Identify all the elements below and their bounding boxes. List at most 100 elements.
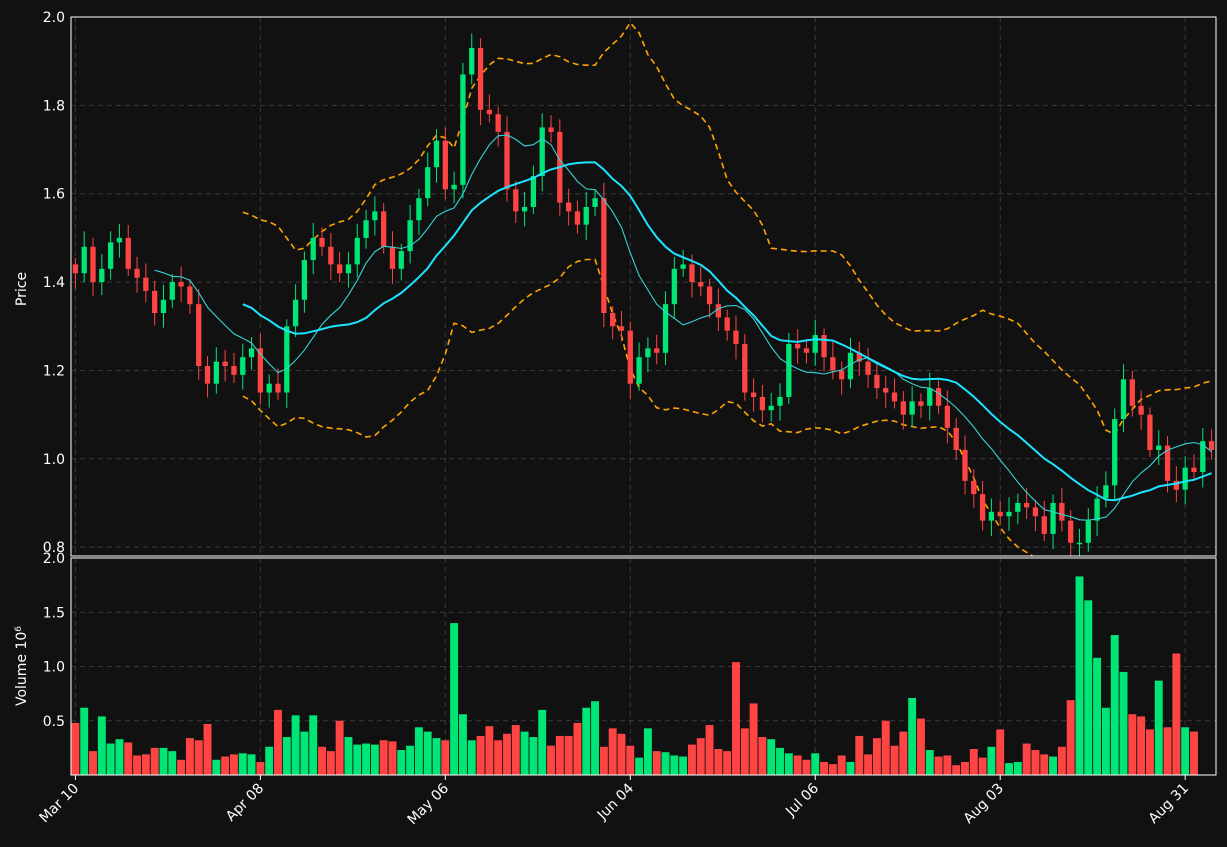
candle-body — [830, 357, 836, 371]
candle-body — [988, 511, 995, 521]
candle-body — [504, 131, 510, 190]
volume-bar — [881, 720, 890, 775]
candle-body — [1208, 441, 1215, 450]
volume-bar — [397, 750, 406, 775]
volume-bar — [573, 722, 582, 775]
candle-body — [1147, 414, 1153, 450]
volume-bar — [943, 755, 952, 775]
candle-body — [460, 74, 466, 185]
candle-body — [107, 242, 114, 269]
candle-body — [143, 277, 149, 291]
volume-bar — [485, 726, 494, 775]
candle-body — [601, 198, 607, 314]
volume-bar — [1022, 743, 1031, 775]
candle-body — [627, 330, 633, 384]
candle-body — [240, 357, 246, 375]
volume-tick-label: 1.0 — [43, 660, 65, 676]
volume-bar — [820, 761, 829, 775]
volume-bar — [652, 751, 661, 775]
candle-body — [1041, 516, 1047, 534]
candle-body — [134, 268, 140, 278]
volume-bar — [432, 738, 441, 775]
candle-body — [1076, 542, 1083, 545]
candle-body — [1120, 379, 1127, 420]
candle-body — [997, 511, 1003, 517]
candle-body — [794, 343, 801, 349]
volume-bar — [80, 707, 89, 775]
volume-bar — [837, 755, 846, 775]
volume-bar — [494, 740, 503, 775]
volume-bar — [458, 714, 467, 775]
candle-body — [1015, 502, 1021, 512]
candle-body — [284, 326, 290, 393]
volume-bar — [899, 731, 908, 775]
candle-body — [1050, 502, 1056, 534]
candle-body — [398, 251, 404, 269]
candle-body — [319, 237, 325, 247]
volume-bar — [388, 741, 397, 775]
price-tick-label: 2.0 — [43, 10, 65, 26]
volume-bar — [370, 744, 379, 775]
candle-body — [354, 237, 360, 265]
candle-body — [1129, 379, 1135, 406]
candle-body — [927, 388, 933, 406]
volume-bar — [952, 765, 961, 775]
candle-body — [152, 290, 158, 314]
candle-body — [477, 47, 484, 110]
volume-bar — [828, 764, 837, 775]
volume-bar — [511, 725, 520, 775]
volume-bar — [767, 739, 776, 775]
volume-bar — [784, 753, 793, 775]
candle-body — [425, 167, 431, 199]
volume-bar — [115, 739, 124, 775]
volume-bar — [353, 744, 362, 775]
candle-body — [750, 392, 757, 397]
volume-bar — [687, 744, 696, 775]
volume-bar — [106, 743, 115, 775]
volume-bar — [732, 662, 740, 775]
candle-body — [715, 304, 722, 318]
volume-bar — [194, 740, 203, 775]
volume-bar — [265, 746, 274, 775]
candle-body — [1094, 498, 1100, 521]
volume-bar — [855, 735, 864, 775]
candle-body — [81, 246, 87, 274]
volume-bar — [564, 735, 573, 775]
volume-bar — [212, 759, 221, 775]
volume-bar — [714, 748, 723, 775]
candle-body — [768, 405, 774, 411]
candle-body — [654, 348, 660, 353]
volume-bar — [1172, 653, 1181, 775]
candle-body — [90, 246, 96, 283]
volume-bar — [661, 752, 670, 775]
candle-body — [513, 189, 519, 212]
candle-body — [1023, 502, 1030, 508]
candle-body — [196, 304, 202, 367]
candle-body — [706, 286, 713, 305]
volume-bar — [608, 728, 617, 775]
volume-bar — [335, 720, 344, 775]
candle-body — [1138, 405, 1144, 415]
volume-bar — [987, 746, 996, 775]
volume-bar — [749, 703, 758, 775]
candle-body — [548, 127, 554, 132]
volume-bar — [203, 724, 212, 775]
candle-body — [275, 383, 281, 393]
volume-bar — [802, 759, 811, 775]
candle-body — [839, 370, 845, 380]
candle-body — [698, 282, 704, 287]
candle-body — [442, 140, 448, 190]
candle-body — [178, 282, 184, 287]
candle-body — [222, 361, 228, 367]
candle-body — [874, 374, 880, 389]
candle-body — [636, 357, 642, 384]
volume-bar — [961, 761, 969, 775]
candle-body — [812, 335, 818, 353]
volume-bar — [617, 733, 626, 775]
volume-bar — [379, 740, 388, 775]
price-tick-label: 1.0 — [43, 452, 65, 468]
volume-bar — [238, 753, 247, 775]
volume-bar — [670, 755, 679, 775]
volume-bar — [538, 709, 547, 775]
candle-body — [416, 198, 422, 221]
